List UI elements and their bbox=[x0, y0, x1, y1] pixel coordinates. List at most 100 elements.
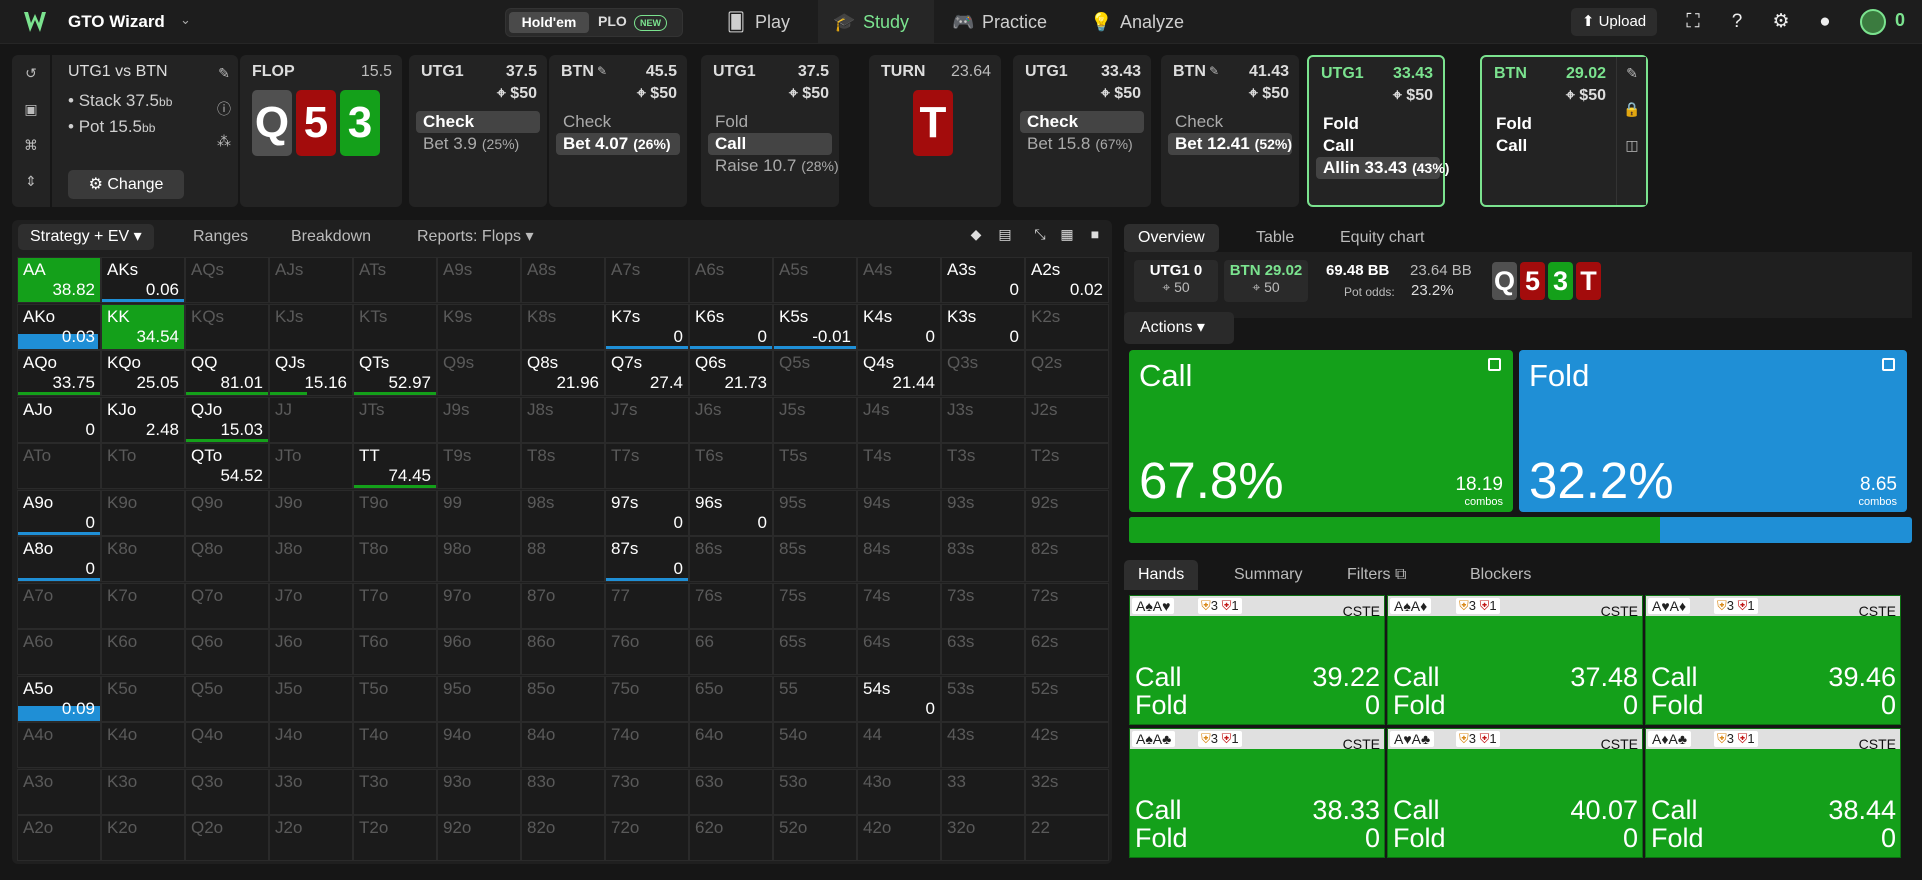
hand-cell-J8s[interactable]: J8s bbox=[521, 396, 605, 443]
hand-cell-J2o[interactable]: J2o bbox=[269, 815, 353, 861]
hand-cell-T5o[interactable]: T5o bbox=[353, 675, 437, 722]
coin-icon[interactable] bbox=[1860, 9, 1886, 35]
compress-icon[interactable]: ⤡ bbox=[1030, 226, 1050, 246]
hand-cell-33[interactable]: 33 bbox=[941, 768, 1025, 815]
hand-cell-97o[interactable]: 97o bbox=[437, 582, 521, 629]
hand-cell-T4o[interactable]: T4o bbox=[353, 722, 437, 768]
compare-icon[interactable]: ◫ bbox=[1623, 137, 1641, 155]
hand-cell-Q5o[interactable]: Q5o bbox=[185, 675, 269, 722]
hand-cell-K7o[interactable]: K7o bbox=[101, 582, 185, 629]
holdem-toggle[interactable]: Hold'em bbox=[509, 12, 589, 33]
hand-cell-A6o[interactable]: A6o bbox=[17, 629, 101, 675]
hand-cell-Q7s[interactable]: Q7s 27.4 bbox=[605, 350, 689, 396]
action-option[interactable]: Raise 10.7 (28%) bbox=[708, 155, 839, 177]
hand-cell-42s[interactable]: 42s bbox=[1025, 722, 1109, 768]
hand-cell-53s[interactable]: 53s bbox=[941, 675, 1025, 722]
hand-cell-42o[interactable]: 42o bbox=[857, 815, 941, 861]
hand-cell-KQs[interactable]: KQs bbox=[185, 303, 269, 350]
hand-cell-AJs[interactable]: AJs bbox=[269, 257, 353, 303]
action-option[interactable]: Call bbox=[1489, 135, 1613, 157]
hand-cell-K3o[interactable]: K3o bbox=[101, 768, 185, 815]
hand-cell-A7s[interactable]: A7s bbox=[605, 257, 689, 303]
grid-icon[interactable]: ▦ bbox=[1057, 226, 1077, 246]
hand-cell-T8s[interactable]: T8s bbox=[521, 443, 605, 489]
hand-cell-A4s[interactable]: A4s bbox=[857, 257, 941, 303]
hand-cell-K9o[interactable]: K9o bbox=[101, 489, 185, 536]
hand-cell-Q5s[interactable]: Q5s bbox=[773, 350, 857, 396]
cube-icon[interactable]: ◆ bbox=[966, 226, 986, 246]
hand-cell-97s[interactable]: 97s 0 bbox=[605, 489, 689, 536]
tab-hands[interactable]: Hands bbox=[1124, 560, 1199, 590]
action-option[interactable]: Bet 12.41 (52%) bbox=[1168, 133, 1292, 155]
screenshot-icon[interactable]: ⛶ bbox=[1681, 10, 1705, 34]
hand-cell-32o[interactable]: 32o bbox=[941, 815, 1025, 861]
hand-cell-JTo[interactable]: JTo bbox=[269, 443, 353, 489]
hand-cell-74o[interactable]: 74o bbox=[605, 722, 689, 768]
hand-cell-JJ[interactable]: JJ bbox=[269, 396, 353, 443]
hand-cell-75o[interactable]: 75o bbox=[605, 675, 689, 722]
nav-tab-study[interactable]: 🎓 Study bbox=[818, 0, 934, 44]
hand-cell-87o[interactable]: 87o bbox=[521, 582, 605, 629]
hand-cell-72s[interactable]: 72s bbox=[1025, 582, 1109, 629]
hand-cell-62s[interactable]: 62s bbox=[1025, 629, 1109, 675]
tab-table[interactable]: Table bbox=[1256, 224, 1294, 252]
hand-cell-Q4s[interactable]: Q4s 21.44 bbox=[857, 350, 941, 396]
hand-cell-Q2s[interactable]: Q2s bbox=[1025, 350, 1109, 396]
hand-cell-A6s[interactable]: A6s bbox=[689, 257, 773, 303]
tab-summary[interactable]: Summary bbox=[1234, 560, 1302, 590]
hand-cell-J7s[interactable]: J7s bbox=[605, 396, 689, 443]
hand-cell-J5s[interactable]: J5s bbox=[773, 396, 857, 443]
hand-cell-KK[interactable]: KK 34.54 bbox=[101, 303, 185, 350]
hand-cell-Q9s[interactable]: Q9s bbox=[437, 350, 521, 396]
hand-cell-84s[interactable]: 84s bbox=[857, 536, 941, 582]
split-view-icon[interactable]: ▤ bbox=[995, 226, 1015, 246]
hand-cell-95s[interactable]: 95s bbox=[773, 489, 857, 536]
hand-cell-JTs[interactable]: JTs bbox=[353, 396, 437, 443]
action-option[interactable]: Bet 3.9 (25%) bbox=[416, 133, 540, 155]
hand-cell-J2s[interactable]: J2s bbox=[1025, 396, 1109, 443]
hand-cell-K3s[interactable]: K3s 0 bbox=[941, 303, 1025, 350]
hand-cell-66[interactable]: 66 bbox=[689, 629, 773, 675]
hand-cell-87s[interactable]: 87s 0 bbox=[605, 536, 689, 582]
hand-cell-J7o[interactable]: J7o bbox=[269, 582, 353, 629]
action-card-utg1[interactable]: UTG1 33.43 ⌖ $50 Check Bet 15.8 (67%) bbox=[1013, 55, 1151, 207]
hand-cell-99[interactable]: 99 bbox=[437, 489, 521, 536]
details-icon[interactable] bbox=[1882, 358, 1895, 371]
hand-cell-Q2o[interactable]: Q2o bbox=[185, 815, 269, 861]
hand-cell-T8o[interactable]: T8o bbox=[353, 536, 437, 582]
lock-icon[interactable]: 🔒 bbox=[1623, 101, 1641, 119]
hand-cell-62o[interactable]: 62o bbox=[689, 815, 773, 861]
hand-cell-Q4o[interactable]: Q4o bbox=[185, 722, 269, 768]
hand-cell-QJs[interactable]: QJs 15.16 bbox=[269, 350, 353, 396]
hand-cell-J4o[interactable]: J4o bbox=[269, 722, 353, 768]
hand-cell-J3o[interactable]: J3o bbox=[269, 768, 353, 815]
hand-cell-J4s[interactable]: J4s bbox=[857, 396, 941, 443]
action-option[interactable]: Check bbox=[1168, 111, 1292, 133]
hand-cell-52o[interactable]: 52o bbox=[773, 815, 857, 861]
hand-cell-AQs[interactable]: AQs bbox=[185, 257, 269, 303]
hand-cell-83o[interactable]: 83o bbox=[521, 768, 605, 815]
hand-cell-AQo[interactable]: AQo 33.75 bbox=[17, 350, 101, 396]
hand-cell-AJo[interactable]: AJo 0 bbox=[17, 396, 101, 443]
hand-cell-92s[interactable]: 92s bbox=[1025, 489, 1109, 536]
actions-dropdown[interactable]: Actions ▾ bbox=[1124, 312, 1234, 344]
hand-cell-K6s[interactable]: K6s 0 bbox=[689, 303, 773, 350]
hand-cell-82s[interactable]: 82s bbox=[1025, 536, 1109, 582]
hand-cell-64s[interactable]: 64s bbox=[857, 629, 941, 675]
hand-cell-A9s[interactable]: A9s bbox=[437, 257, 521, 303]
hand-cell-76s[interactable]: 76s bbox=[689, 582, 773, 629]
action-option[interactable]: Bet 15.8 (67%) bbox=[1020, 133, 1144, 155]
action-option[interactable]: Allin 33.43 (43%) bbox=[1316, 157, 1449, 179]
hand-combo-cell[interactable]: A♠A♥ ⛨3 ⛨1 CSTE Call 39.22 Fold 0 bbox=[1129, 595, 1385, 725]
hand-cell-A7o[interactable]: A7o bbox=[17, 582, 101, 629]
hand-cell-A3s[interactable]: A3s 0 bbox=[941, 257, 1025, 303]
hand-cell-K5s[interactable]: K5s -0.01 bbox=[773, 303, 857, 350]
hand-cell-K9s[interactable]: K9s bbox=[437, 303, 521, 350]
nav-tab-play[interactable]: 🂠 Play bbox=[725, 0, 825, 44]
action-card-btn[interactable]: BTN 29.02 ⌖ $50 Fold Call ✎ 🔒 ◫ bbox=[1480, 55, 1648, 207]
pencil-icon[interactable]: ✎ bbox=[215, 65, 233, 83]
nav-tab-analyze[interactable]: 💡 Analyze bbox=[1090, 0, 1220, 44]
hand-cell-98o[interactable]: 98o bbox=[437, 536, 521, 582]
gear-icon[interactable]: ⚙ bbox=[1769, 10, 1793, 34]
hand-cell-K4o[interactable]: K4o bbox=[101, 722, 185, 768]
